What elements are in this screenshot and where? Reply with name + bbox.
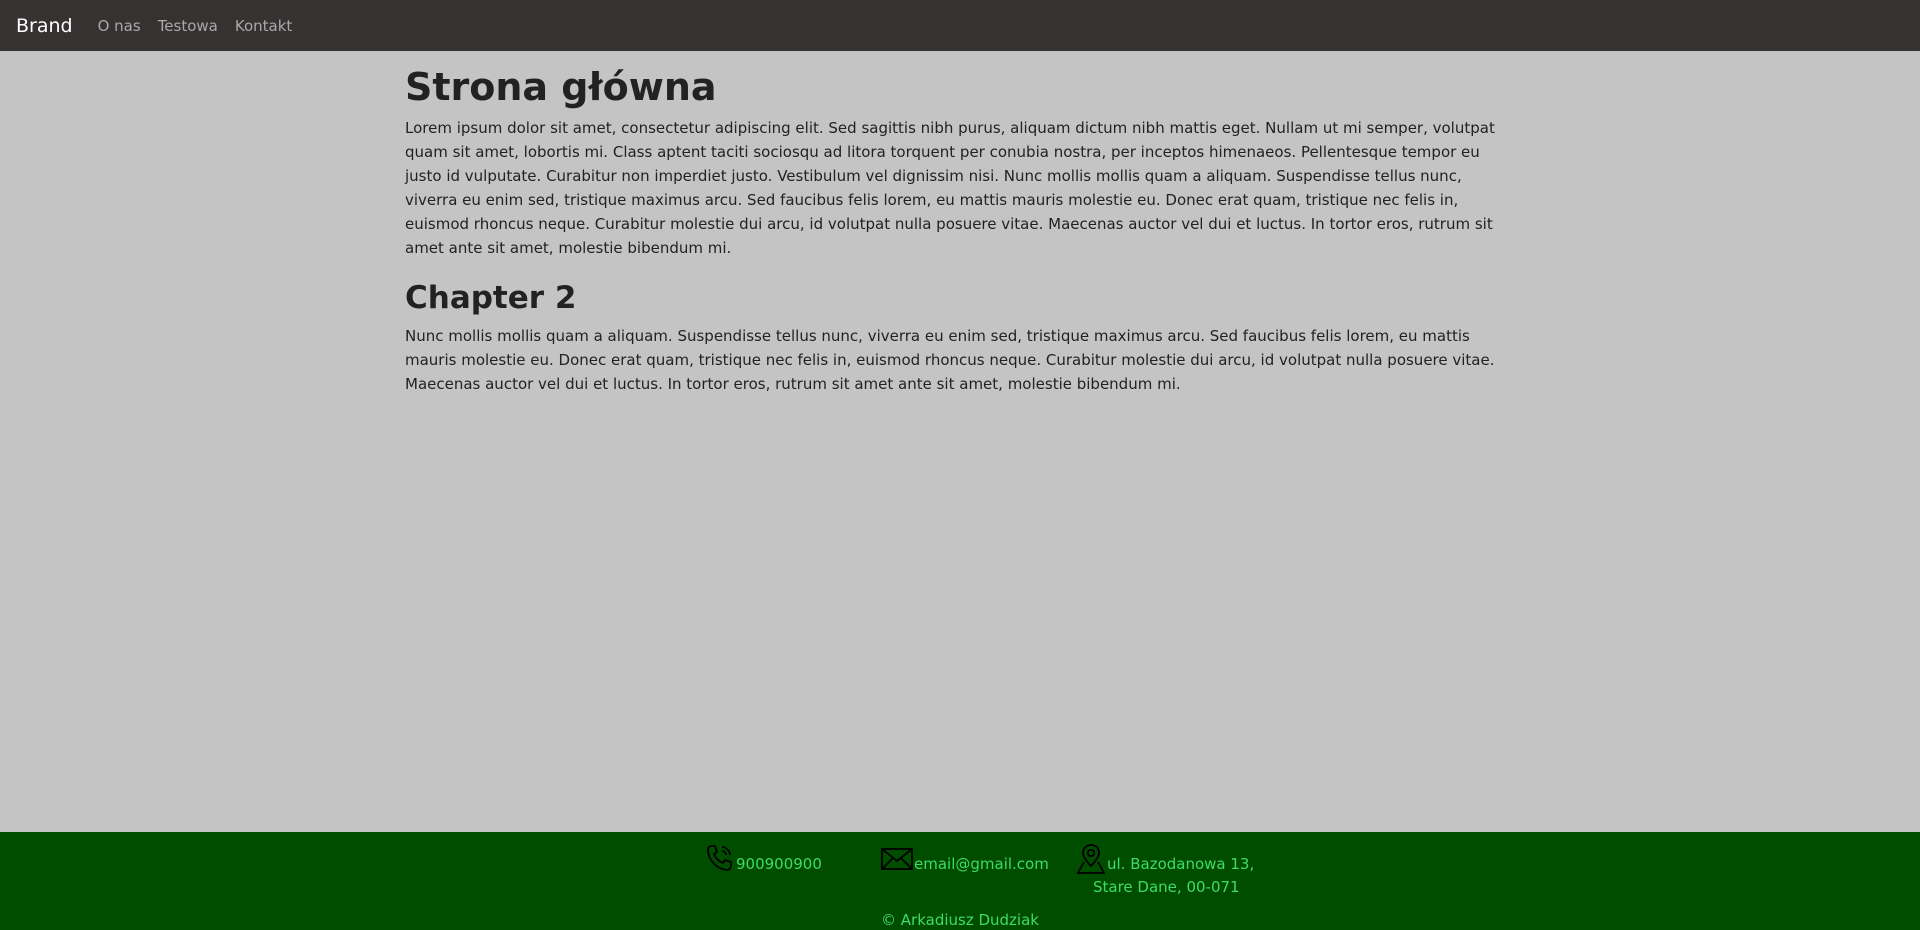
email-address[interactable]: email@gmail.com <box>914 854 1049 874</box>
top-navbar: Brand O nas Testowa Kontakt <box>0 0 1920 51</box>
footer-address: ul. Bazodanowa 13, <box>1075 842 1254 874</box>
chapter-paragraph: Nunc mollis mollis quam a aliquam. Suspe… <box>405 327 1495 393</box>
footer-email: email@gmail.com <box>880 842 1049 874</box>
intro-paragraph: Lorem ipsum dolor sit amet, consectetur … <box>405 119 1495 257</box>
nav-link-kontakt[interactable]: Kontakt <box>235 17 292 35</box>
nav-link-testowa[interactable]: Testowa <box>158 17 218 35</box>
footer-phone: 900900900 <box>704 842 822 874</box>
nav-link-o-nas[interactable]: O nas <box>98 17 141 35</box>
mail-icon <box>880 842 914 874</box>
phone-icon <box>704 842 736 874</box>
address-line-2: Stare Dane, 00-071 <box>1093 878 1240 896</box>
address-line-1: ul. Bazodanowa 13, <box>1107 855 1255 873</box>
copyright: © Arkadiusz Dudziak <box>881 911 1039 929</box>
page-title: Strona główna <box>405 65 717 109</box>
location-icon <box>1075 842 1107 874</box>
page-footer: 900900900 email@gmail.com ul. Bazodanowa… <box>0 832 1920 930</box>
chapter-title: Chapter 2 <box>405 280 577 316</box>
phone-number[interactable]: 900900900 <box>736 854 822 874</box>
brand-link[interactable]: Brand <box>16 15 73 37</box>
main-content: Strona główna Lorem ipsum dolor sit amet… <box>405 62 1515 396</box>
